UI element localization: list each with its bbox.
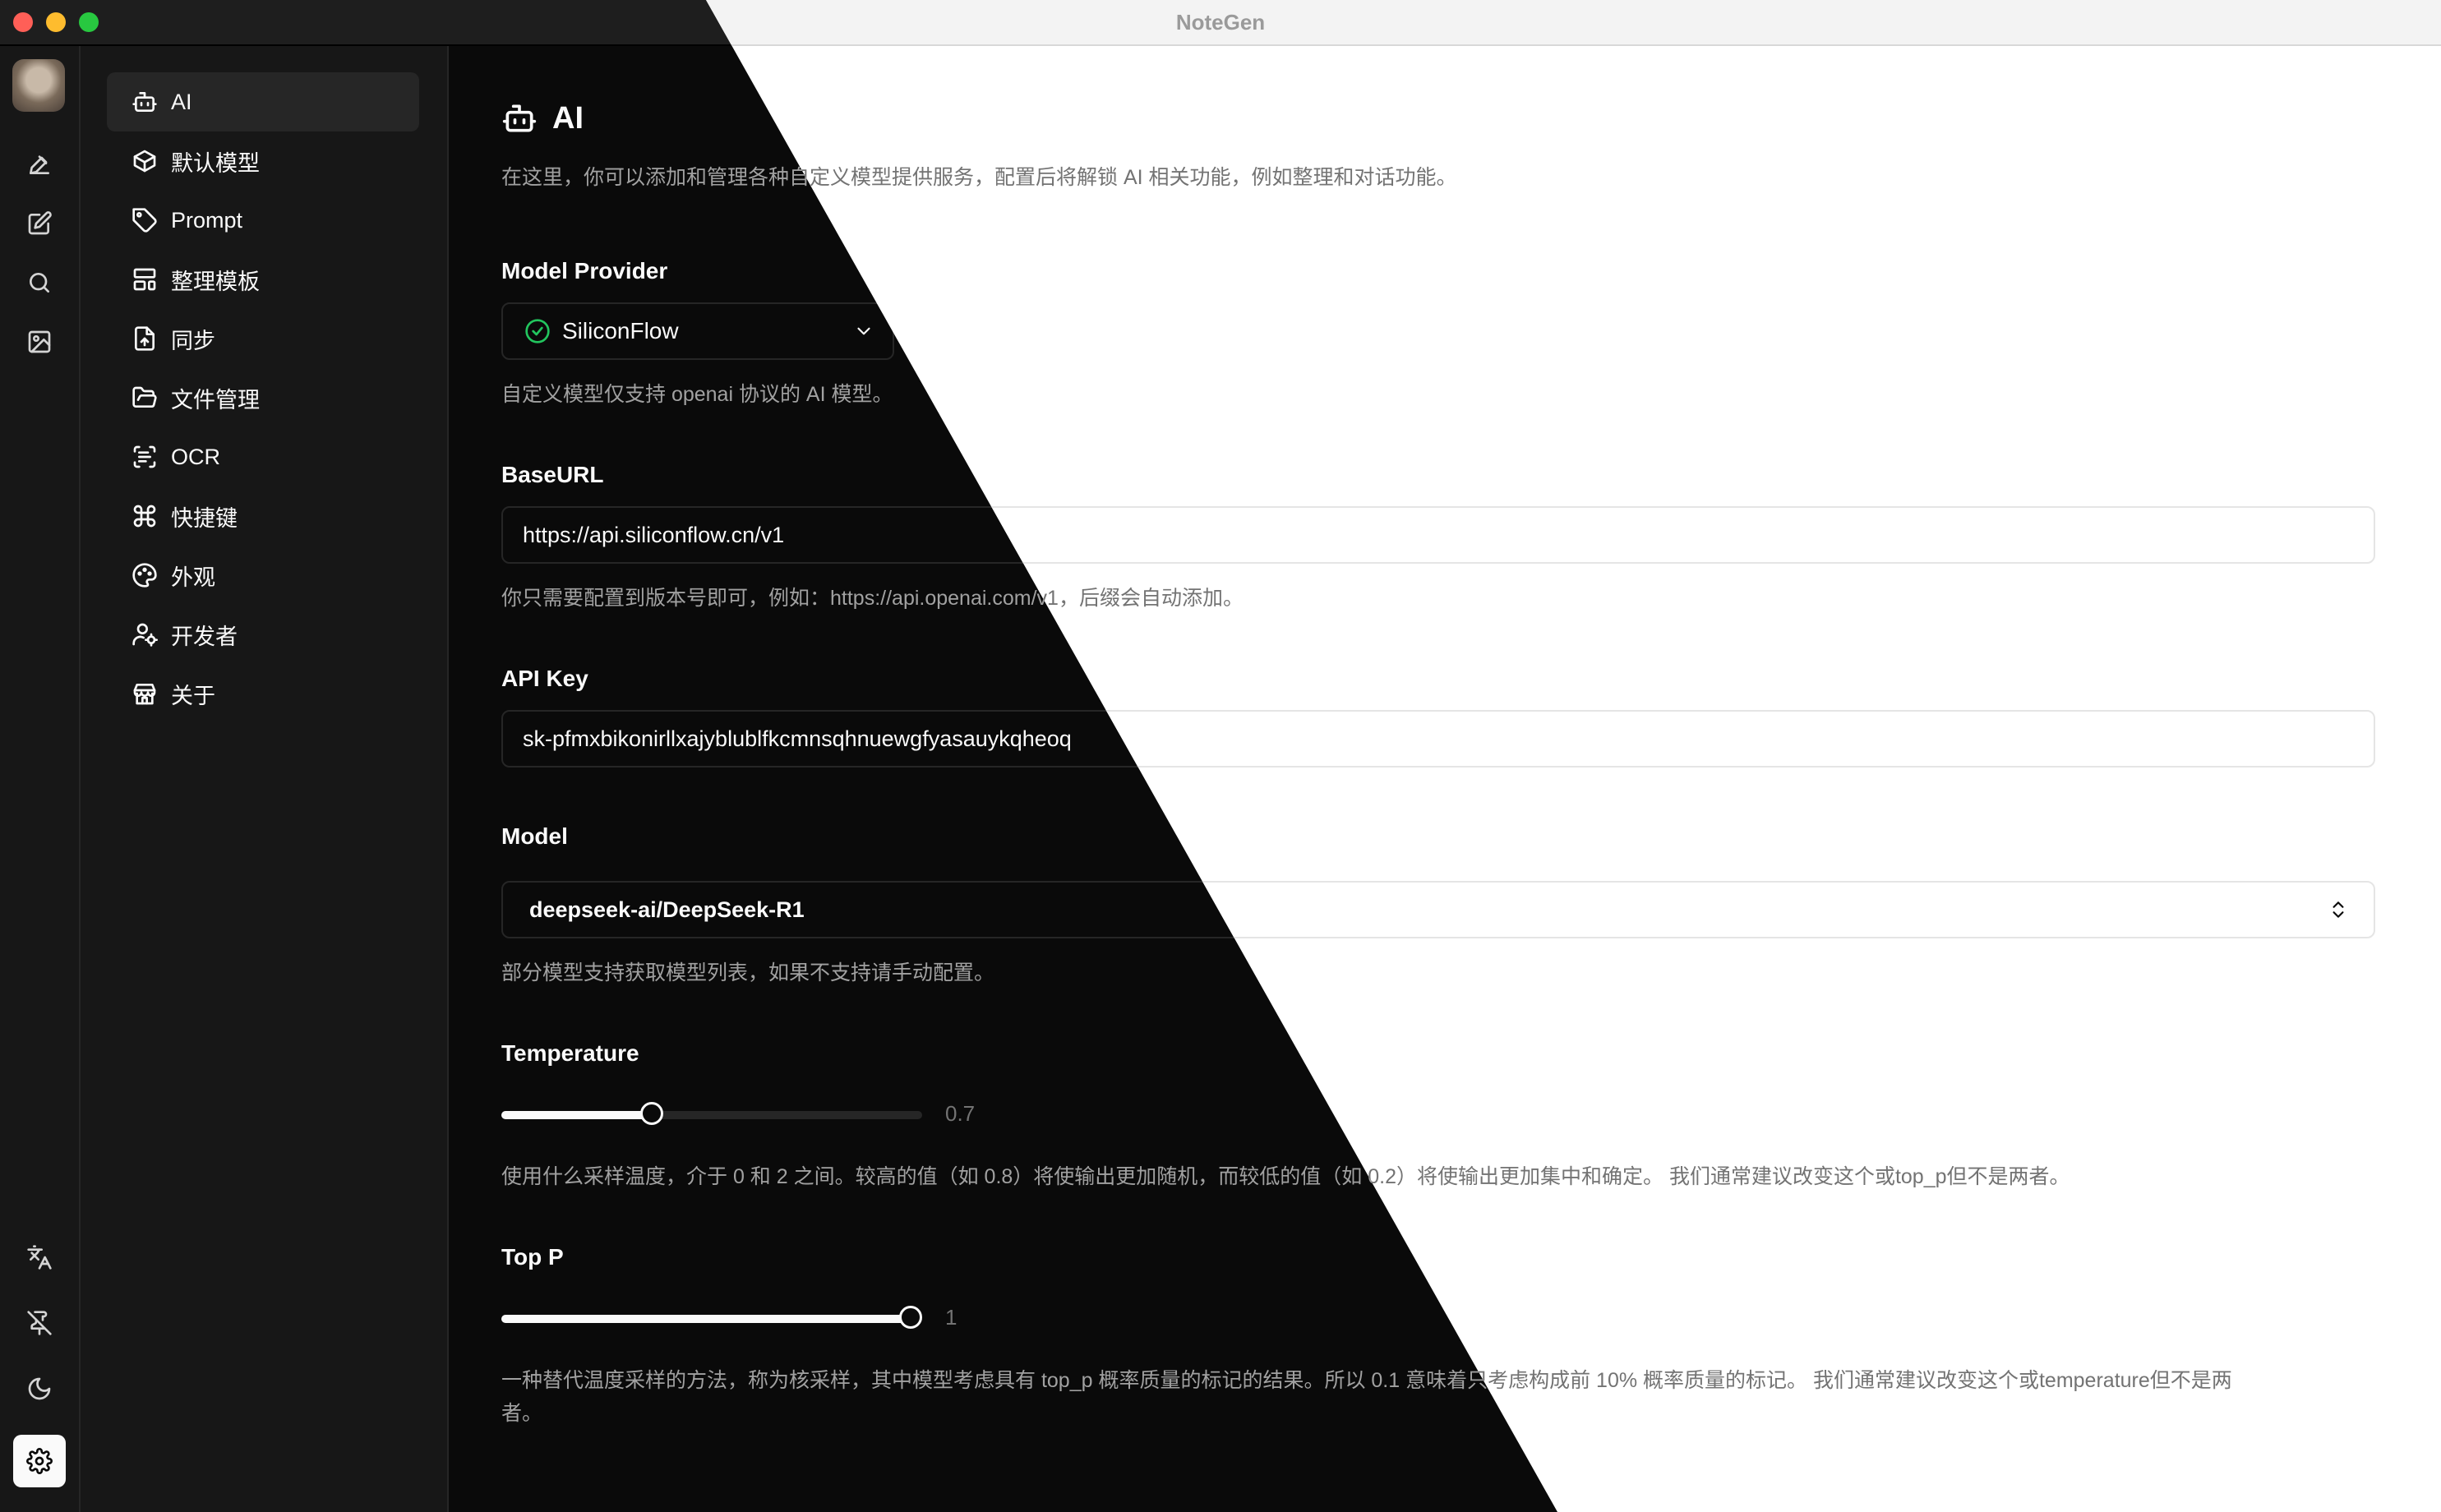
command-icon <box>133 505 156 528</box>
sidebar-item-label: 外观 <box>171 565 215 590</box>
topp-slider[interactable]: 1 <box>501 1302 957 1335</box>
sidebar-item-file-manager[interactable]: 文件管理 <box>107 368 419 427</box>
edit-icon[interactable] <box>20 204 59 243</box>
sidebar-item-label: 同步 <box>171 328 215 353</box>
sidebar-item-label: 开发者 <box>171 624 238 649</box>
page-title: AI <box>501 100 584 136</box>
slider-track <box>501 1111 922 1119</box>
provider-hint: 自定义模型仅支持 openai 协议的 AI 模型。 <box>501 383 893 406</box>
sidebar-item-ai[interactable]: AI <box>107 72 419 131</box>
file-sync-icon <box>135 326 155 351</box>
sidebar-item-label: 快捷键 <box>171 505 238 531</box>
model-selected: deepseek-ai/DeepSeek-R1 <box>529 897 805 922</box>
provider-label: Model Provider <box>501 258 668 284</box>
layout-template-icon <box>133 268 156 291</box>
sidebar-item-label: Prompt <box>171 207 243 233</box>
image-icon[interactable] <box>20 322 59 362</box>
sidebar-item-shortcuts[interactable]: 快捷键 <box>107 486 419 546</box>
sidebar-item-about[interactable]: 关于 <box>107 664 419 723</box>
sidebar-item-ocr[interactable]: OCR <box>107 427 419 486</box>
slider-track <box>501 1315 922 1323</box>
sidebar-item-sync[interactable]: 同步 <box>107 309 419 368</box>
topp-hint-line2: 者。 <box>501 1402 543 1425</box>
user-cog-icon <box>132 623 158 647</box>
check-circle-icon <box>525 319 550 343</box>
sidebar-item-appearance[interactable]: 外观 <box>107 546 419 605</box>
avatar[interactable] <box>12 59 65 112</box>
pin-off-icon[interactable] <box>20 1303 59 1343</box>
provider-select[interactable]: SiliconFlow <box>501 302 894 360</box>
pen-icon[interactable] <box>20 145 59 184</box>
sidebar-item-label: 默认模型 <box>171 150 260 176</box>
temperature-slider[interactable]: 0.7 <box>501 1098 975 1131</box>
temperature-value: 0.7 <box>945 1101 976 1126</box>
page-title-text: AI <box>552 100 584 136</box>
chevron-down-icon <box>857 327 870 335</box>
provider-selected: SiliconFlow <box>562 318 679 343</box>
bot-icon <box>132 92 157 112</box>
palette-icon <box>132 563 157 588</box>
settings-sidebar: AI 默认模型 Prompt 整理模板 同步 文件管理 OCR 快捷键 外观 开… <box>81 46 449 1512</box>
slider-thumb[interactable] <box>640 1102 664 1125</box>
box-icon <box>133 150 156 173</box>
scan-text-icon <box>133 445 156 468</box>
sidebar-item-label: OCR <box>171 444 220 469</box>
sidebar-item-label: 关于 <box>171 683 215 708</box>
baseurl-label: BaseURL <box>501 462 604 487</box>
model-hint: 部分模型支持获取模型列表，如果不支持请手动配置。 <box>501 961 995 984</box>
sidebar-item-label: 文件管理 <box>171 387 260 413</box>
settings-icon[interactable] <box>13 1435 66 1487</box>
model-label: Model <box>501 823 568 849</box>
apikey-label: API Key <box>501 666 588 691</box>
folder-open-icon <box>132 386 157 408</box>
sidebar-item-label: 整理模板 <box>171 269 260 294</box>
temperature-label: Temperature <box>501 1040 639 1066</box>
slider-thumb[interactable] <box>899 1306 922 1329</box>
moon-icon[interactable] <box>20 1369 59 1408</box>
slider-fill <box>501 1111 653 1119</box>
bot-icon <box>502 104 537 132</box>
chevrons-up-down-icon <box>2333 901 2344 918</box>
icon-rail <box>0 46 81 1512</box>
tag-icon <box>132 208 157 233</box>
sidebar-item-templates[interactable]: 整理模板 <box>107 250 419 309</box>
slider-fill <box>501 1315 911 1323</box>
sidebar-item-developer[interactable]: 开发者 <box>107 605 419 664</box>
translate-icon[interactable] <box>20 1238 59 1277</box>
sidebar-item-prompt[interactable]: Prompt <box>107 191 419 250</box>
search-icon[interactable] <box>20 263 59 302</box>
topp-label: Top P <box>501 1244 564 1270</box>
sidebar-item-default-model[interactable]: 默认模型 <box>107 131 419 191</box>
sidebar-item-label: AI <box>171 89 192 114</box>
store-icon <box>133 684 156 705</box>
topp-value: 1 <box>945 1305 957 1330</box>
